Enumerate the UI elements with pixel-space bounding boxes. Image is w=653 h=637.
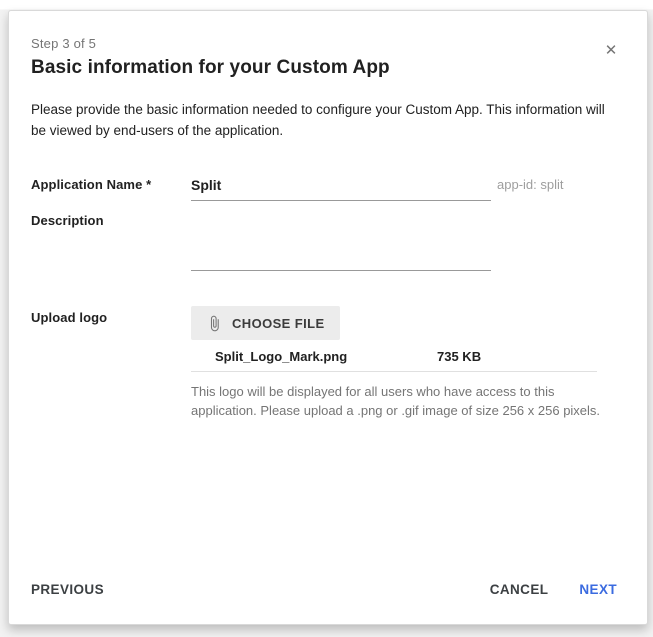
choose-file-label: CHOOSE FILE <box>232 316 325 331</box>
paperclip-icon <box>206 315 223 332</box>
uploaded-file-row: Split_Logo_Mark.png 735 KB <box>191 344 597 372</box>
page-title: Basic information for your Custom App <box>31 57 617 79</box>
upload-helper-text: This logo will be displayed for all user… <box>191 382 621 420</box>
choose-file-button[interactable]: CHOOSE FILE <box>191 306 340 340</box>
uploaded-file-name: Split_Logo_Mark.png <box>215 349 437 364</box>
previous-button[interactable]: PREVIOUS <box>31 578 104 601</box>
description-label: Description <box>31 209 191 271</box>
description-row: Description <box>31 209 617 271</box>
application-name-label: Application Name * <box>31 173 191 201</box>
dialog-description: Please provide the basic information nee… <box>31 99 613 141</box>
upload-logo-row: Upload logo CHOOSE FILE Split_Logo_Mark.… <box>31 306 617 420</box>
next-button[interactable]: NEXT <box>579 578 617 601</box>
upload-logo-label: Upload logo <box>31 306 191 420</box>
application-name-row: Application Name * app-id: split <box>31 173 617 201</box>
dialog-content: Step 3 of 5 Basic information for your C… <box>9 11 647 420</box>
step-indicator: Step 3 of 5 <box>31 36 617 51</box>
custom-app-dialog: ✕ Step 3 of 5 Basic information for your… <box>8 10 648 625</box>
cancel-button[interactable]: CANCEL <box>490 578 549 601</box>
description-input[interactable] <box>191 209 491 271</box>
upload-logo-content: CHOOSE FILE Split_Logo_Mark.png 735 KB T… <box>191 306 621 420</box>
app-id-hint: app-id: split <box>491 173 617 201</box>
dialog-footer: PREVIOUS CANCEL NEXT <box>9 578 647 624</box>
page-background: ✕ Step 3 of 5 Basic information for your… <box>0 0 653 637</box>
uploaded-file-size: 735 KB <box>437 349 481 364</box>
application-name-input[interactable] <box>191 173 491 201</box>
close-icon[interactable]: ✕ <box>601 41 621 61</box>
custom-app-form: Application Name * app-id: split Descrip… <box>31 173 617 420</box>
